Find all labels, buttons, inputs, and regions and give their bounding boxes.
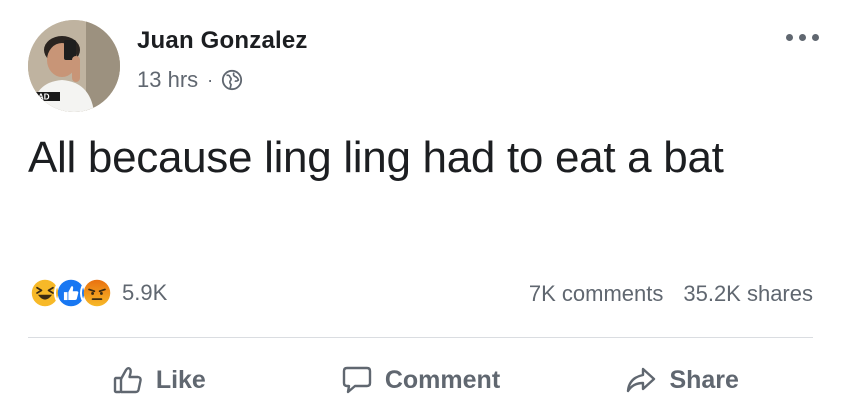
angry-icon [80,276,114,310]
engagement-counts: 7K comments 35.2K shares [529,281,813,307]
svg-text:AD: AD [38,93,50,102]
more-options-button[interactable] [786,34,819,41]
avatar-photo: AD [28,20,120,112]
post-meta: 13 hrs · [137,67,243,93]
like-label: Like [155,365,206,394]
action-bar: Like Comment Share [28,350,813,410]
post-text: All because ling ling had to eat a bat [28,133,724,182]
thumbs-up-icon [113,367,142,394]
share-arrow-icon [627,367,656,393]
feed-post: AD Juan Gonzalez 13 hrs · All because li… [0,0,843,413]
comment-label: Comment [384,365,501,394]
comment-bubble-icon [342,366,372,394]
share-button[interactable]: Share [551,364,813,396]
post-timestamp[interactable]: 13 hrs [137,67,198,93]
like-button[interactable]: Like [28,364,290,396]
comment-button[interactable]: Comment [290,364,552,396]
avatar[interactable]: AD [28,20,120,112]
more-dot [812,34,819,41]
divider [28,337,813,338]
share-label: Share [669,365,739,394]
globe-icon[interactable] [221,69,243,91]
comment-count[interactable]: 7K comments [529,281,664,307]
author-name[interactable]: Juan Gonzalez [137,27,308,55]
more-dot [799,34,806,41]
reaction-count: 5.9K [122,280,168,305]
share-count[interactable]: 35.2K shares [683,281,813,307]
more-dot [786,34,793,41]
meta-separator: · [207,69,214,90]
reactions-summary[interactable]: 5.9K [28,276,167,310]
